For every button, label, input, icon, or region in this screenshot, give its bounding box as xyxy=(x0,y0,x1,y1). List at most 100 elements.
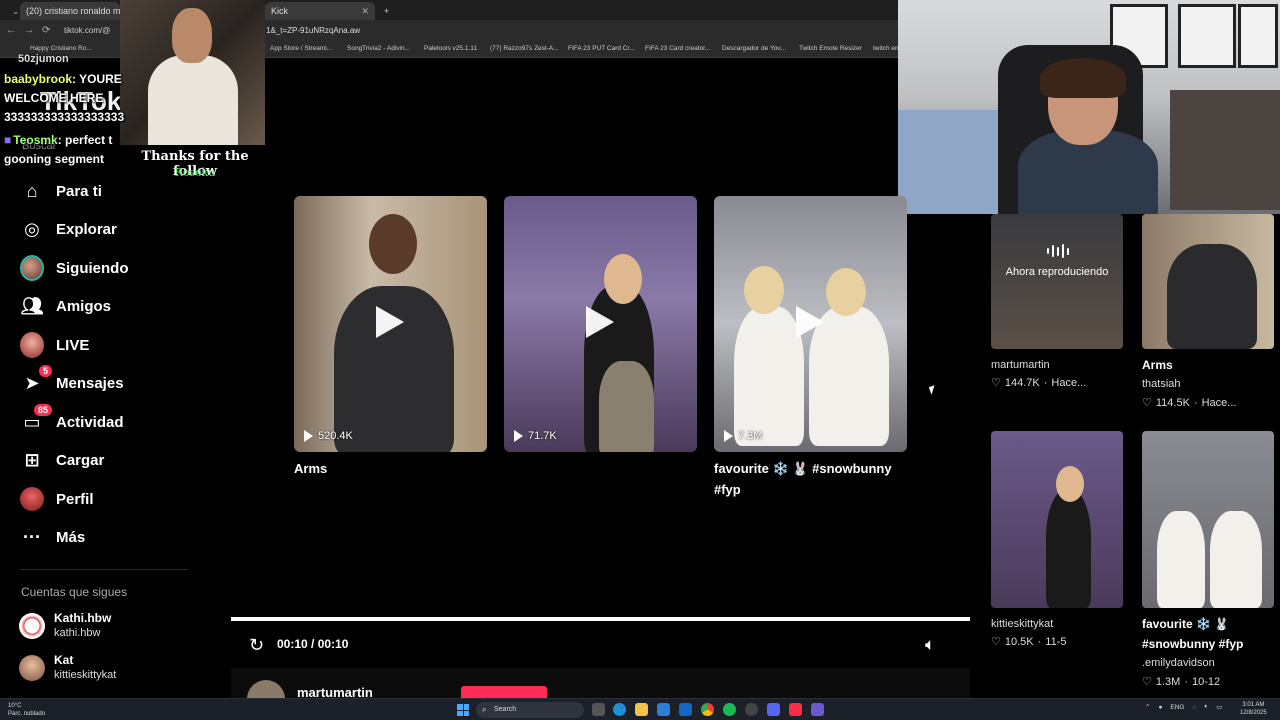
volume-icon[interactable]: 🔈︎ xyxy=(925,635,935,655)
video-thumbnail[interactable] xyxy=(991,431,1123,608)
avatar xyxy=(19,612,45,639)
edge-icon[interactable] xyxy=(613,703,626,716)
thumbnail-head xyxy=(1056,466,1084,502)
clock[interactable]: 3:01 AM 12/8/2025 xyxy=(1240,701,1267,717)
tab-kick[interactable]: Kick ✕ xyxy=(265,2,375,20)
discord-icon[interactable] xyxy=(767,703,780,716)
bookmark-1[interactable]: App Store / Streami... xyxy=(270,45,332,52)
follow-button[interactable] xyxy=(461,686,547,698)
back-icon[interactable]: ← xyxy=(6,25,16,36)
url-input-left[interactable]: tiktok.com/@ xyxy=(64,26,110,35)
video-stats: ♡ 114.5K · Hace... xyxy=(1142,396,1236,410)
thumbnail-head xyxy=(744,266,784,314)
view-count: 7.3M xyxy=(724,430,762,442)
video-author[interactable]: martumartin xyxy=(991,359,1050,371)
task-view-icon[interactable] xyxy=(592,703,605,716)
video-author[interactable]: thatsiah xyxy=(1142,378,1181,390)
activity-badge: 85 xyxy=(33,404,52,416)
now-playing-card[interactable]: Ahora reproduciendo xyxy=(991,214,1123,349)
forward-icon[interactable]: → xyxy=(24,25,34,36)
chat-message-3: ■ Teosmk: perfect t xyxy=(4,131,112,149)
thumbnail-head xyxy=(604,254,642,304)
sidebar-item-siguiendo[interactable]: Siguiendo xyxy=(20,253,190,283)
video-title[interactable]: favourite ❄️ 🐰 #snowbunny #fyp xyxy=(714,458,914,500)
sidebar-item-para-ti[interactable]: ⌂ Para ti xyxy=(20,176,190,206)
video-title[interactable]: Arms xyxy=(294,458,327,479)
heart-icon: ♡ xyxy=(1142,676,1152,688)
avatar[interactable] xyxy=(247,680,285,698)
video-title-line: favourite ❄️ 🐰 #snowbunny xyxy=(714,461,892,476)
bookmark-5[interactable]: FIFA 23 PUT Card Cr... xyxy=(568,45,635,52)
sidebar-item-mas[interactable]: ··· Más xyxy=(20,522,190,552)
network-icon[interactable]: ◌ xyxy=(1192,704,1196,711)
file-explorer-icon[interactable] xyxy=(635,703,648,716)
close-tab-icon[interactable]: ✕ xyxy=(355,6,369,17)
tray-chevron-icon[interactable]: ⌃ xyxy=(1145,703,1150,711)
battery-icon[interactable]: ▭ xyxy=(1216,703,1222,711)
sidebar-item-actividad[interactable]: ▭ 85 Actividad xyxy=(20,404,190,437)
video-thumbnail[interactable] xyxy=(1142,431,1274,608)
volume-tray-icon[interactable]: 🔈︎ xyxy=(1204,703,1208,711)
video-card[interactable]: 71.7K xyxy=(504,196,697,452)
taskbar-search-label: Search xyxy=(494,706,517,713)
windows-start-icon[interactable] xyxy=(457,704,469,716)
person-face xyxy=(172,8,212,63)
bookmark-9[interactable]: twitch em xyxy=(873,45,900,52)
video-thumbnail[interactable] xyxy=(1142,214,1274,349)
nav-buttons: ← → ⟳ xyxy=(6,25,50,36)
app-icon[interactable] xyxy=(811,703,824,716)
video-progress-bar[interactable] xyxy=(231,617,970,621)
next-video-bar: martumartin xyxy=(231,668,970,698)
now-playing-label: Ahora reproduciendo xyxy=(1005,266,1109,278)
video-author[interactable]: .emilydavidson xyxy=(1142,657,1215,669)
video-card[interactable]: 520.4K xyxy=(294,196,487,452)
bookmark-3[interactable]: Paletools v25.1.11 xyxy=(424,45,477,52)
new-tab-button[interactable]: + xyxy=(378,2,395,20)
bookmark-6[interactable]: FIFA 23 Card creator... xyxy=(645,45,710,52)
sidebar-item-cargar[interactable]: ⊞ Cargar xyxy=(20,445,190,475)
sidebar-item-amigos[interactable]: 👥︎ Amigos xyxy=(20,291,190,321)
following-account-kathi[interactable]: Kathi.hbw kathi.hbw xyxy=(19,611,111,640)
store-icon[interactable] xyxy=(657,703,670,716)
thumbnail-person xyxy=(1167,244,1257,349)
play-small-icon xyxy=(514,430,523,442)
following-account-kat[interactable]: Kat kittieskittykat xyxy=(19,653,116,682)
bookmark-8[interactable]: Twitch Emote Resizer xyxy=(799,45,862,52)
bookmark-2[interactable]: SongTrivia2 - Adivin... xyxy=(347,45,410,52)
bookmark-7[interactable]: Descargador de You... xyxy=(722,45,786,52)
spotify-icon[interactable] xyxy=(723,703,736,716)
obs-icon[interactable] xyxy=(745,703,758,716)
tab-list-icon[interactable]: ⌄ xyxy=(6,2,18,20)
music-icon[interactable] xyxy=(789,703,802,716)
taskbar-search[interactable]: ⌕ Search xyxy=(476,702,584,718)
separator: · xyxy=(1043,376,1048,389)
weather-widget[interactable]: 10°C Parc. nublado xyxy=(8,702,45,718)
language-indicator[interactable]: ENG xyxy=(1170,704,1184,711)
url-input[interactable]: 1&_t=ZP-91uNRzqAna.aw xyxy=(266,26,360,35)
sidebar-item-label: Siguiendo xyxy=(56,259,129,277)
video-title[interactable]: favourite ❄️ 🐰 #snowbunny #fyp xyxy=(1142,614,1243,654)
reload-icon[interactable]: ⟳ xyxy=(42,25,50,36)
video-date: 10-12 xyxy=(1192,675,1221,688)
chat-partial-line: 50zjumon xyxy=(18,53,69,65)
video-author[interactable]: kittieskittykat xyxy=(991,618,1053,630)
mail-icon[interactable] xyxy=(679,703,692,716)
tray-app-icon[interactable]: ● xyxy=(1158,704,1162,711)
sidebar-item-explorar[interactable]: ◎ Explorar xyxy=(20,214,190,244)
search-icon: ⌕ xyxy=(482,705,487,714)
like-count: 114.5K xyxy=(1155,396,1190,409)
sidebar-item-perfil[interactable]: Perfil xyxy=(20,484,190,514)
sidebar-item-mensajes[interactable]: ➤ 5 Mensajes xyxy=(20,365,190,398)
next-video-author[interactable]: martumartin xyxy=(297,685,373,698)
chrome-icon[interactable] xyxy=(701,703,714,716)
video-title[interactable]: Arms xyxy=(1142,355,1173,375)
sidebar-item-label: Actividad xyxy=(56,413,124,431)
chat-text: : perfect t xyxy=(57,133,113,147)
sidebar-item-live[interactable]: LIVE xyxy=(20,330,190,360)
video-card[interactable]: 7.3M xyxy=(714,196,907,452)
replay-icon[interactable]: ↻ xyxy=(249,635,264,656)
tab-tiktok[interactable]: (20) cristiano ronaldo mexico xyxy=(20,2,120,20)
weather-temp: 10°C xyxy=(8,703,22,709)
bookmark-4[interactable]: (77) Razzo97s Zest-A... xyxy=(490,45,559,52)
messages-badge: 5 xyxy=(38,365,52,377)
